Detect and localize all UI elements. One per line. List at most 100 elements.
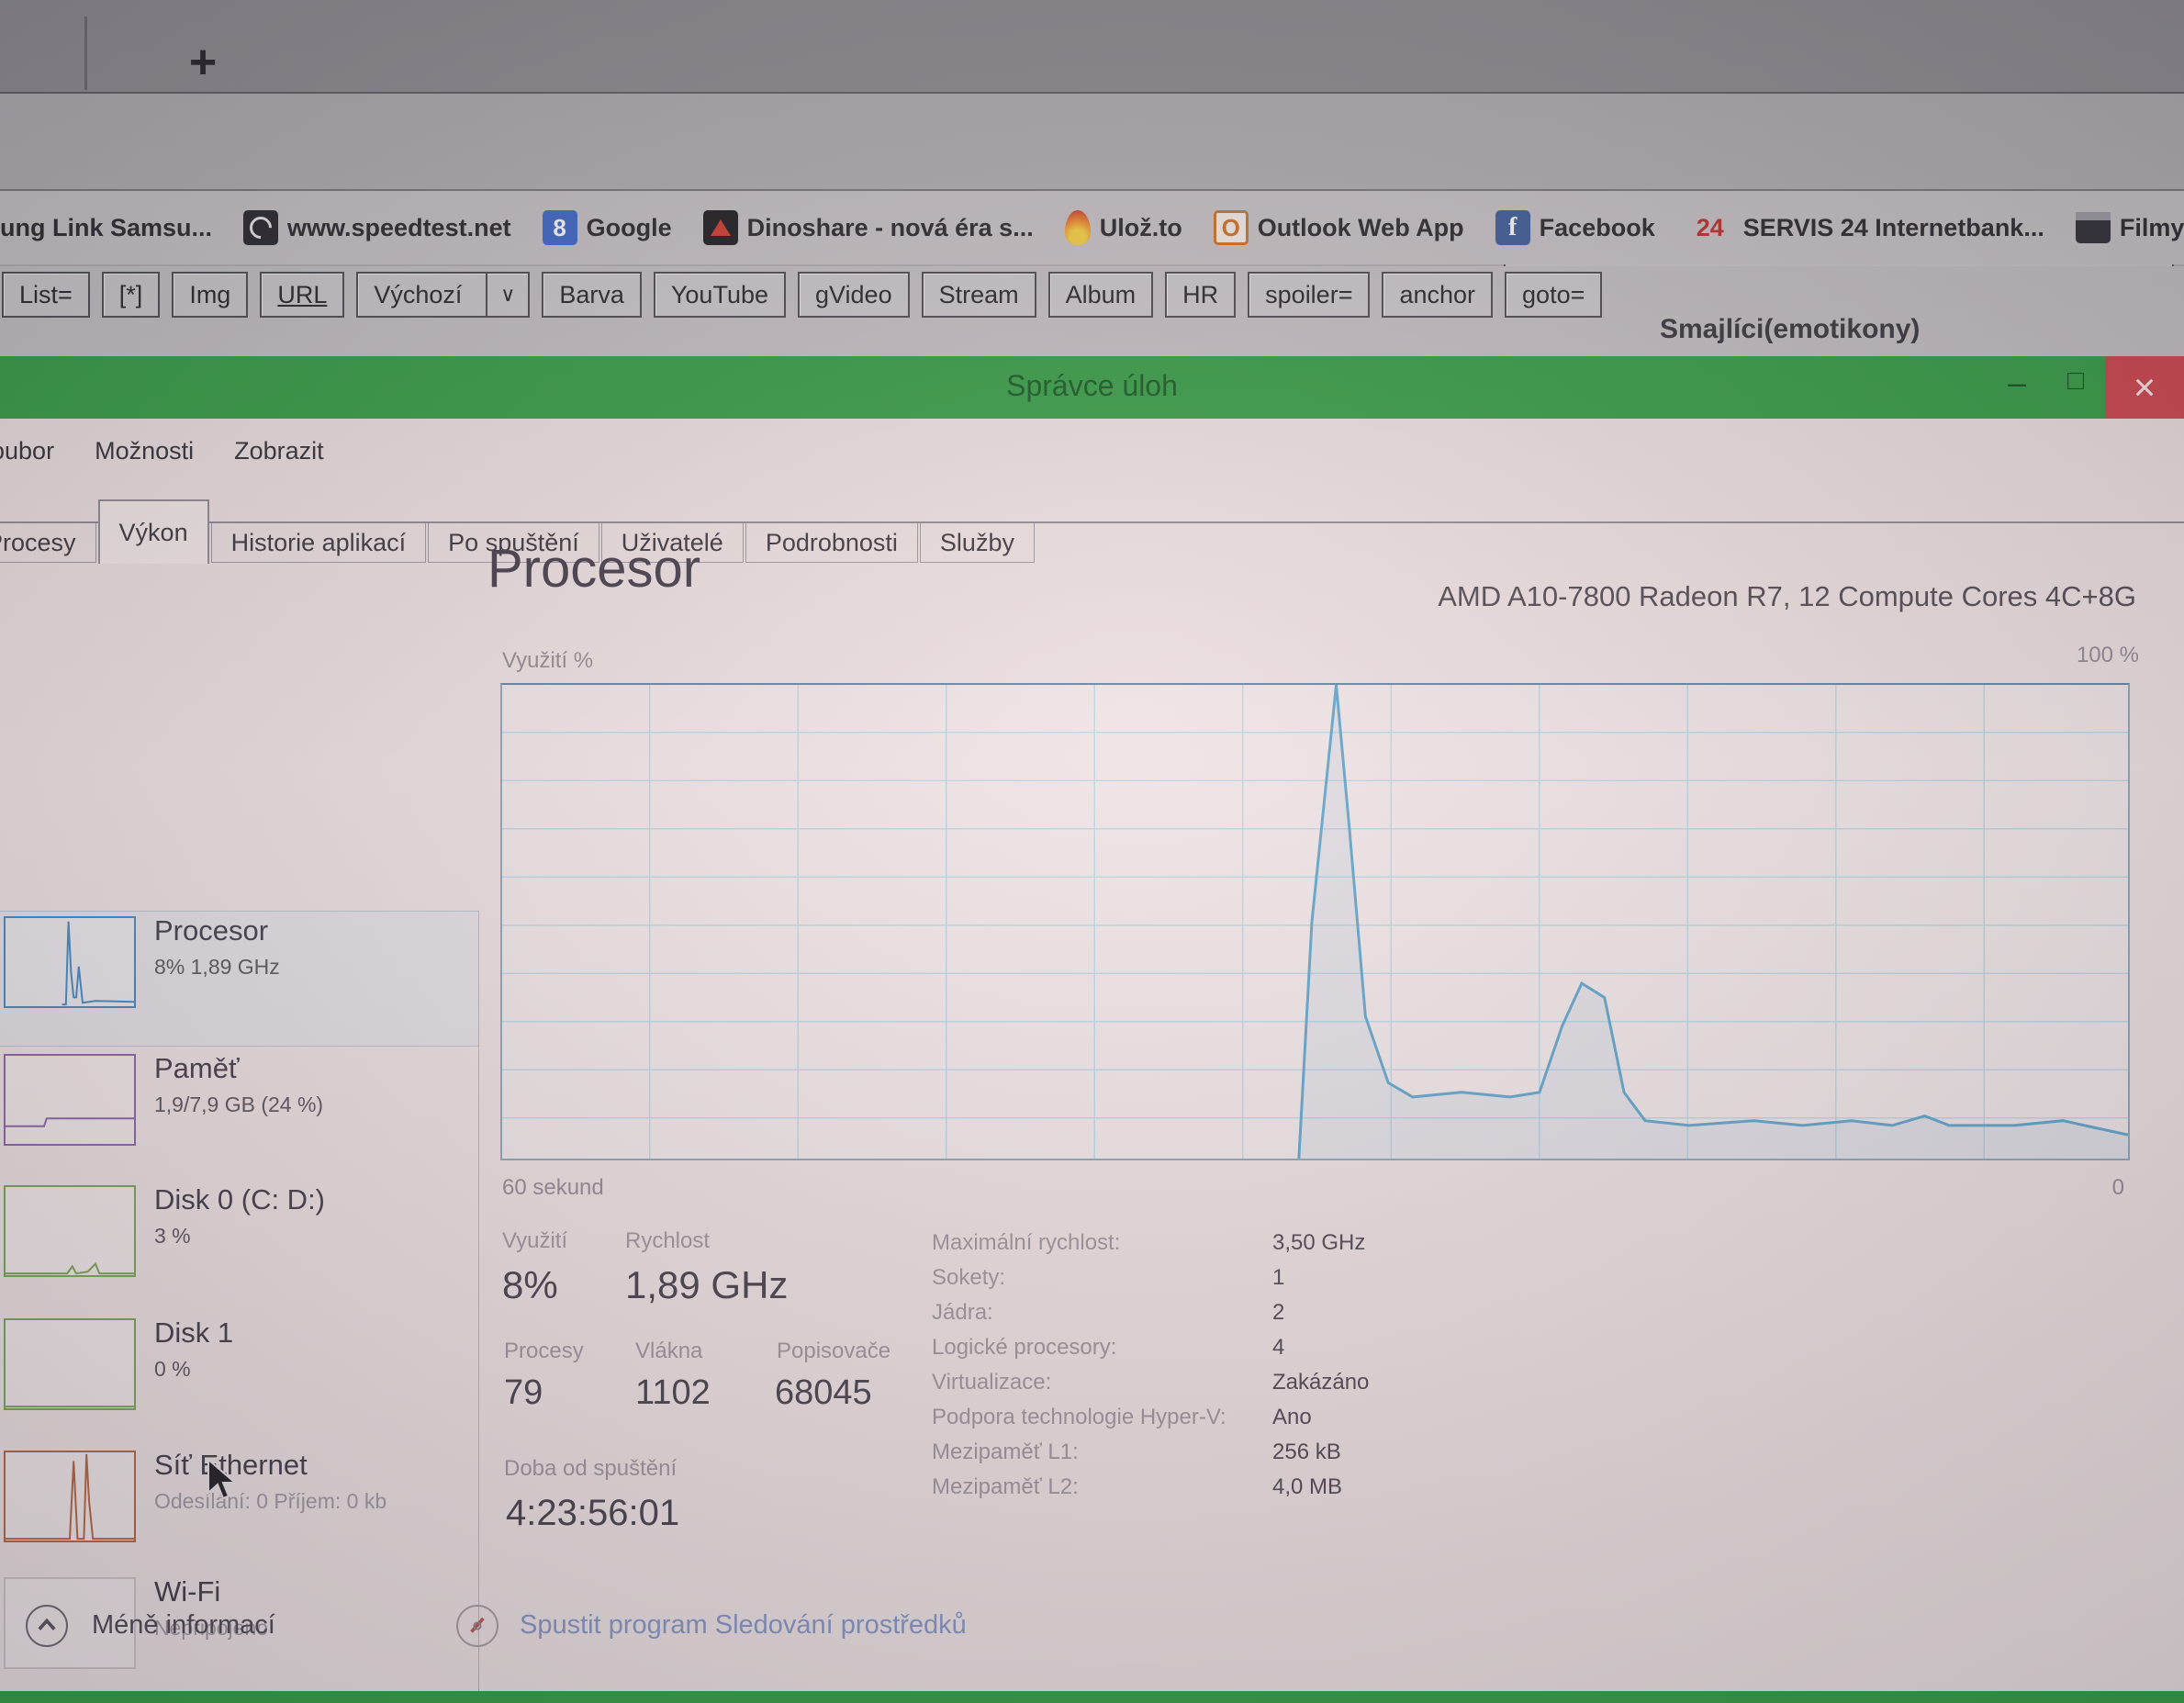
ethernet-sparkline xyxy=(4,1451,136,1542)
bookmark-item[interactable]: f Facebook xyxy=(1495,210,1655,245)
bookmark-item[interactable]: www.speedtest.net xyxy=(243,210,511,245)
mouse-cursor xyxy=(207,1458,238,1500)
youtube-button[interactable]: YouTube xyxy=(654,272,786,318)
stream-button[interactable]: Stream xyxy=(922,272,1036,318)
bookmark-item[interactable]: ung Link Samsu... xyxy=(0,214,212,242)
bookmark-item[interactable]: Filmy, seriály, her xyxy=(2076,212,2184,243)
tab-vykon[interactable]: Výkon xyxy=(98,499,209,564)
browser-tab-strip: + xyxy=(0,0,2184,94)
task-manager-window: Správce úloh – □ × Soubor Možnosti Zobra… xyxy=(0,356,2184,1703)
stat-label: Podpora technologie Hyper-V: xyxy=(932,1405,1226,1430)
flame-icon xyxy=(1065,210,1091,245)
sidebar-divider xyxy=(478,911,479,1703)
stat-label: Rychlost xyxy=(625,1228,710,1254)
maximize-button[interactable]: □ xyxy=(2053,365,2099,413)
stat-label: Maximální rychlost: xyxy=(932,1230,1120,1256)
page-title: Procesor xyxy=(487,538,700,599)
stat-label: Jádra: xyxy=(932,1300,993,1326)
title-bar[interactable]: Správce úloh – □ × xyxy=(0,356,2184,419)
bullet-button[interactable]: [*] xyxy=(102,272,161,318)
stat-value: 2 xyxy=(1272,1300,1284,1326)
stat-label: Doba od spuštění xyxy=(504,1456,677,1482)
hr-button[interactable]: HR xyxy=(1165,272,1236,318)
tab-podrobnosti[interactable]: Podrobnosti xyxy=(745,523,918,563)
google-icon: 8 xyxy=(543,210,577,245)
bookmark-item[interactable]: Dinoshare - nová éra s... xyxy=(703,210,1034,245)
stat-value: Zakázáno xyxy=(1272,1370,1369,1395)
stat-label: Virtualizace: xyxy=(932,1370,1051,1395)
sidebar-item-pamet[interactable]: Paměť 1,9/7,9 GB (24 %) xyxy=(0,1050,477,1181)
gvideo-button[interactable]: gVideo xyxy=(798,272,910,318)
screen-photo: + ▾ ↻ Hledat ung Link Samsu... www.speed… xyxy=(0,0,2184,1703)
album-button[interactable]: Album xyxy=(1048,272,1154,318)
chart-xmin-label: 0 xyxy=(2047,1175,2124,1201)
sidebar-item-ethernet[interactable]: Síť Ethernet Odesílání: 0 Příjem: 0 kb xyxy=(0,1447,477,1577)
resource-monitor-icon[interactable] xyxy=(456,1605,498,1647)
stat-value: 4,0 MB xyxy=(1272,1474,1342,1500)
stat-value: 79 xyxy=(504,1373,543,1413)
bookmark-item[interactable]: O Outlook Web App xyxy=(1214,210,1464,245)
bookmark-item[interactable]: Ulož.to xyxy=(1065,210,1182,245)
bookmarks-bar: ung Link Samsu... www.speedtest.net 8 Go… xyxy=(0,191,2184,264)
memory-sparkline xyxy=(4,1054,136,1146)
menu-bar: Soubor Možnosti Zobrazit xyxy=(0,437,324,465)
bookmark-item[interactable]: 24 SERVIS 24 Internetbank... xyxy=(1686,210,2044,245)
stat-value: 68045 xyxy=(775,1373,872,1413)
outlook-icon: O xyxy=(1214,210,1249,245)
cpu-chart-area xyxy=(1299,685,2128,1159)
tab-procesy[interactable]: Procesy xyxy=(0,523,96,563)
stat-value: 1102 xyxy=(635,1373,711,1413)
window-title: Správce úloh xyxy=(0,369,2184,403)
anchor-button[interactable]: anchor xyxy=(1382,272,1493,318)
stat-value: 4:23:56:01 xyxy=(506,1493,679,1534)
movies-icon xyxy=(2076,212,2111,243)
tab-historie-aplikaci[interactable]: Historie aplikací xyxy=(211,523,427,563)
stat-label: Mezipaměť L2: xyxy=(932,1474,1079,1500)
smilies-label: Smajlíci(emotikony) xyxy=(1660,314,1920,345)
close-button[interactable]: × xyxy=(2105,356,2184,419)
stat-label: Logické procesory: xyxy=(932,1335,1116,1361)
sidebar-item-disk1[interactable]: Disk 1 0 % xyxy=(0,1315,477,1445)
color-button[interactable]: Barva xyxy=(542,272,642,318)
stat-value: 4 xyxy=(1272,1335,1284,1361)
bookmark-item[interactable]: 8 Google xyxy=(543,210,672,245)
stat-value: 3,50 GHz xyxy=(1272,1230,1365,1256)
menu-moznosti[interactable]: Možnosti xyxy=(95,437,194,465)
stat-value: Ano xyxy=(1272,1405,1312,1430)
stat-label: Popisovače xyxy=(777,1339,890,1364)
sidebar-item-disk0[interactable]: Disk 0 (C: D:) 3 % xyxy=(0,1182,477,1312)
footer-bar: Méně informací Spustit program Sledování… xyxy=(0,1601,2184,1675)
stat-label: Vlákna xyxy=(635,1339,702,1364)
stat-value: 1,89 GHz xyxy=(625,1263,788,1307)
sidebar-item-procesor[interactable]: Procesor 8% 1,89 GHz xyxy=(0,913,477,1043)
chevron-up-icon[interactable] xyxy=(26,1605,68,1647)
browser-nav-row: ▾ ↻ Hledat xyxy=(0,94,2184,191)
new-tab-button[interactable]: + xyxy=(171,37,235,88)
cpu-stats-left: Využití Rychlost 8% 1,89 GHz Procesy Vlá… xyxy=(500,1225,941,1564)
stat-value: 8% xyxy=(502,1263,558,1307)
cpu-chart-line xyxy=(1299,685,2128,1159)
select-arrow-icon[interactable]: ∨ xyxy=(486,274,528,316)
img-button[interactable]: Img xyxy=(172,272,248,318)
url-button[interactable]: URL xyxy=(260,272,344,318)
tab-edge-fragment xyxy=(0,50,18,87)
tab-divider xyxy=(84,17,87,90)
disk0-sparkline xyxy=(4,1185,136,1277)
less-info-button[interactable]: Méně informací xyxy=(92,1610,275,1641)
chart-ylabel: Využití % xyxy=(502,648,593,674)
stat-value: 256 kB xyxy=(1272,1440,1341,1465)
open-resource-monitor-link[interactable]: Spustit program Sledování prostředků xyxy=(520,1610,967,1641)
cpu-sparkline xyxy=(4,916,136,1008)
font-select[interactable]: Výchozí ∨ xyxy=(356,272,530,318)
menu-zobrazit[interactable]: Zobrazit xyxy=(234,437,324,465)
tab-sluzby[interactable]: Služby xyxy=(920,523,1035,563)
stat-label: Mezipaměť L1: xyxy=(932,1440,1079,1465)
list-button[interactable]: List= xyxy=(2,272,90,318)
menu-soubor[interactable]: Soubor xyxy=(0,437,54,465)
minimize-button[interactable]: – xyxy=(1994,364,2040,411)
cpu-stats-right: Maximální rychlost:3,50 GHz Sokety:1 Jád… xyxy=(932,1230,1446,1509)
chart-xmax-label: 60 sekund xyxy=(502,1175,604,1201)
dinoshare-icon xyxy=(703,210,738,245)
spoiler-button[interactable]: spoiler= xyxy=(1248,272,1370,318)
goto-button[interactable]: goto= xyxy=(1505,272,1602,318)
